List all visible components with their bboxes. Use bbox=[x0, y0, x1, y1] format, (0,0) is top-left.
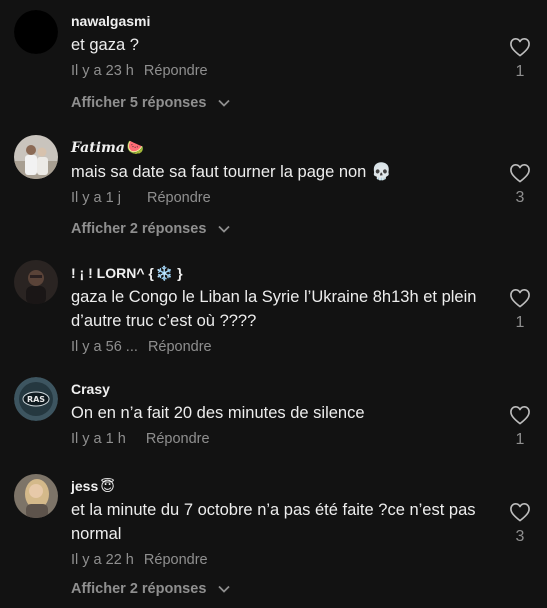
comment-time: Il y a 56 ... bbox=[71, 339, 138, 355]
heart-outline-icon[interactable] bbox=[508, 405, 532, 425]
comment-username[interactable]: jess 😇 bbox=[71, 477, 491, 495]
show-replies-button[interactable]: Afficher 5 réponses bbox=[71, 93, 231, 113]
reply-button[interactable]: Répondre bbox=[146, 431, 210, 447]
chevron-down-icon bbox=[218, 219, 231, 239]
heart-outline-icon[interactable] bbox=[508, 163, 532, 183]
comment-meta: Il y a 56 ... Répondre bbox=[71, 337, 491, 357]
avatar[interactable] bbox=[14, 135, 58, 179]
comment-text: gaza le Congo le Liban la Syrie l’Ukrain… bbox=[71, 288, 477, 330]
svg-text:RAS: RAS bbox=[27, 395, 45, 404]
comment-text: et la minute du 7 octobre n’a pas été fa… bbox=[71, 501, 476, 543]
chevron-down-icon bbox=[218, 93, 231, 113]
comment-username[interactable]: Fatima 🍉 bbox=[71, 138, 491, 157]
comment-time: Il y a 1 j bbox=[71, 190, 121, 206]
comment-meta: Il y a 23 h Répondre bbox=[71, 61, 491, 81]
comment-username[interactable]: nawalgasmi bbox=[71, 12, 491, 30]
show-replies-button[interactable]: Afficher 2 réponses bbox=[71, 219, 231, 239]
like-count: 3 bbox=[515, 189, 525, 206]
show-replies-button[interactable]: Afficher 2 réponses bbox=[71, 579, 231, 599]
comment-username[interactable]: ! ¡ ! LORN^ {❄️ } bbox=[71, 264, 491, 282]
heart-outline-icon[interactable] bbox=[508, 502, 532, 522]
comment-time: Il y a 22 h bbox=[71, 552, 134, 568]
avatar[interactable]: RAS bbox=[14, 377, 58, 421]
reply-button[interactable]: Répondre bbox=[148, 339, 212, 355]
like-control: 3 bbox=[508, 502, 532, 546]
comment-text: et gaza ? bbox=[71, 36, 139, 54]
comment-text: mais sa date sa faut tourner la page non… bbox=[71, 163, 392, 181]
avatar[interactable] bbox=[14, 474, 58, 518]
comment-meta: Il y a 1 h Répondre bbox=[71, 429, 491, 449]
like-count: 1 bbox=[515, 431, 525, 448]
reply-button[interactable]: Répondre bbox=[144, 552, 208, 568]
comment-username[interactable]: Crasy bbox=[71, 380, 491, 398]
like-control: 1 bbox=[508, 288, 532, 332]
avatar[interactable] bbox=[14, 260, 58, 304]
comment-meta: Il y a 1 j Répondre bbox=[71, 188, 491, 208]
chevron-down-icon bbox=[218, 579, 231, 599]
like-count: 1 bbox=[515, 63, 525, 80]
like-count: 1 bbox=[515, 314, 525, 331]
avatar[interactable] bbox=[14, 10, 58, 54]
reply-button[interactable]: Répondre bbox=[147, 190, 211, 206]
like-control: 1 bbox=[508, 405, 532, 449]
heart-outline-icon[interactable] bbox=[508, 37, 532, 57]
like-control: 3 bbox=[508, 163, 532, 207]
reply-button[interactable]: Répondre bbox=[144, 63, 208, 79]
like-count: 3 bbox=[515, 528, 525, 545]
comment-meta: Il y a 22 h Répondre bbox=[71, 550, 491, 570]
comment-text: On en n’a fait 20 des minutes de silence bbox=[71, 404, 365, 422]
like-control: 1 bbox=[508, 37, 532, 81]
comment-time: Il y a 1 h bbox=[71, 431, 126, 447]
comment-time: Il y a 23 h bbox=[71, 63, 134, 79]
heart-outline-icon[interactable] bbox=[508, 288, 532, 308]
